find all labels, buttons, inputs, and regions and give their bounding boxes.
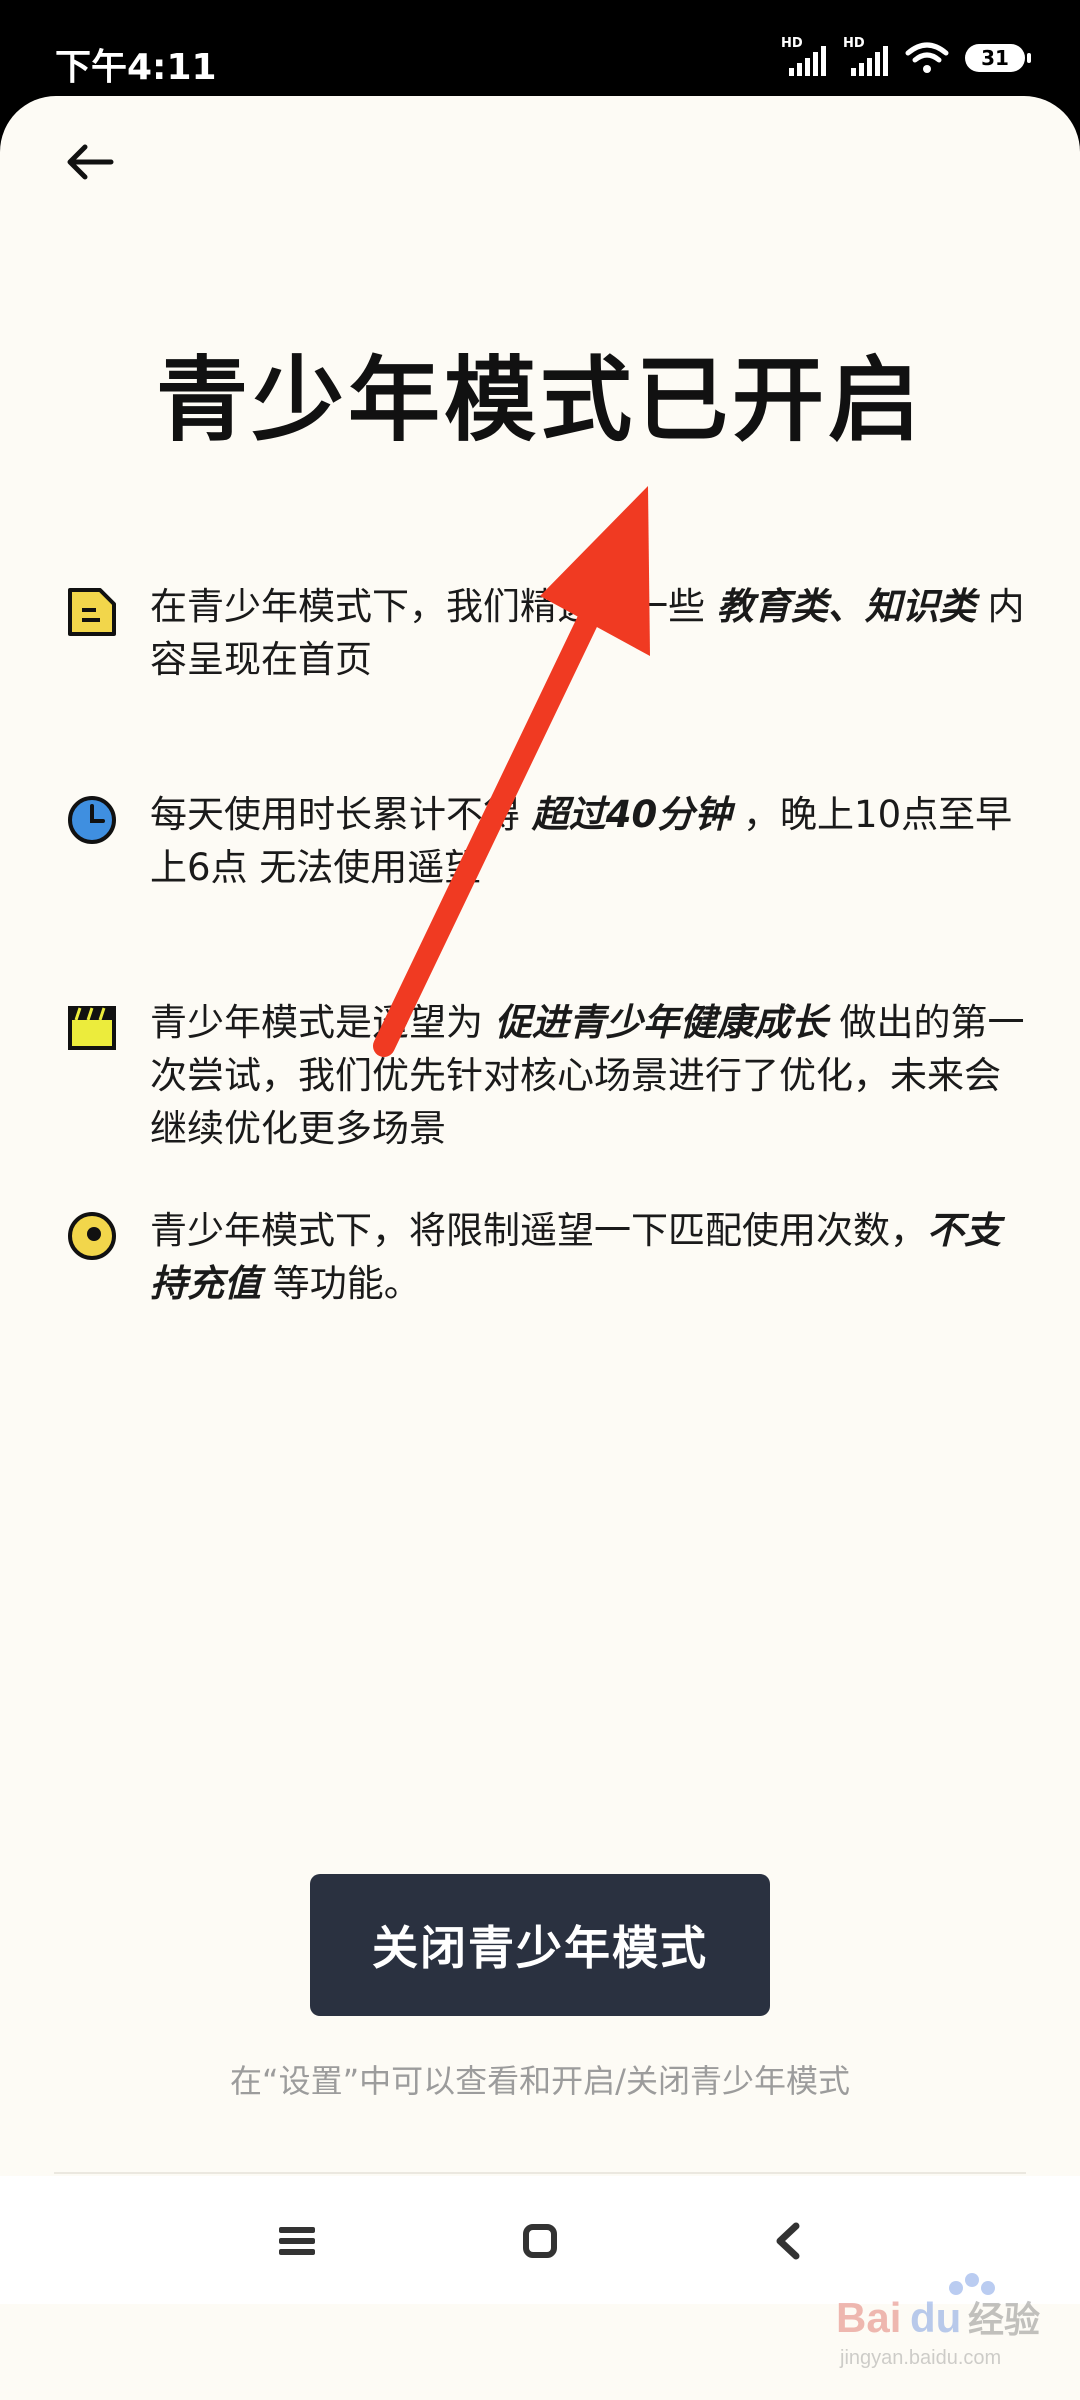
close-youth-mode-button[interactable]: 关闭青少年模式 <box>310 1874 770 2016</box>
status-bar: 下午4:11 HD HD 31 <box>0 0 1080 100</box>
back-button[interactable] <box>60 132 120 192</box>
home-button[interactable] <box>505 2206 575 2276</box>
home-icon <box>523 2224 557 2258</box>
nav-back-button[interactable] <box>752 2206 822 2276</box>
document-icon <box>68 588 116 636</box>
back-icon <box>776 2222 800 2260</box>
info-text: 每天使用时长累计不得 超过40分钟 ，晚上10点至早上6点 无法使用遥望 <box>150 793 1013 889</box>
signal-icon: HD <box>781 36 827 76</box>
arrow-left-icon <box>67 144 114 180</box>
status-icons: HD HD 31 <box>781 36 1031 76</box>
info-item: 每天使用时长累计不得 超过40分钟 ，晚上10点至早上6点 无法使用遥望 <box>66 788 1026 894</box>
info-item: 青少年模式是遥望为 促进青少年健康成长 做出的第一次尝试，我们优先针对核心场景进… <box>66 996 1026 1155</box>
status-time: 下午4:11 <box>55 47 217 88</box>
info-text: 青少年模式是遥望为 促进青少年健康成长 做出的第一次尝试，我们优先针对核心场景进… <box>150 1001 1025 1150</box>
signal-icon: HD <box>843 36 889 76</box>
nav-divider <box>54 2172 1026 2174</box>
info-item: 在青少年模式下，我们精选了一些 教育类、知识类 内容呈现在首页 <box>66 580 1026 686</box>
clapperboard-icon <box>68 1006 116 1050</box>
navigation-bar <box>0 2176 1080 2304</box>
red-annotation-arrow <box>373 486 650 1057</box>
menu-button[interactable] <box>262 2206 332 2276</box>
page-title: 青少年模式已开启 <box>155 347 924 454</box>
youth-mode-sheet: 青少年模式已开启 在青少年模式下，我们精选了一些 教育类、知识类 内容呈现在首页… <box>0 96 1080 2400</box>
settings-hint: 在“设置”中可以查看和开启/关闭青少年模式 <box>230 2062 850 2100</box>
wifi-icon <box>905 42 949 73</box>
menu-icon <box>279 2227 315 2255</box>
info-text: 青少年模式下，将限制遥望一下匹配使用次数，不支持充值 等功能。 <box>150 1209 1001 1305</box>
clock-icon <box>68 796 116 844</box>
battery-icon: 31 <box>965 44 1031 72</box>
info-text: 在青少年模式下，我们精选了一些 教育类、知识类 内容呈现在首页 <box>150 585 1025 681</box>
info-item: 青少年模式下，将限制遥望一下匹配使用次数，不支持充值 等功能。 <box>66 1204 1026 1310</box>
coin-icon <box>68 1212 116 1260</box>
